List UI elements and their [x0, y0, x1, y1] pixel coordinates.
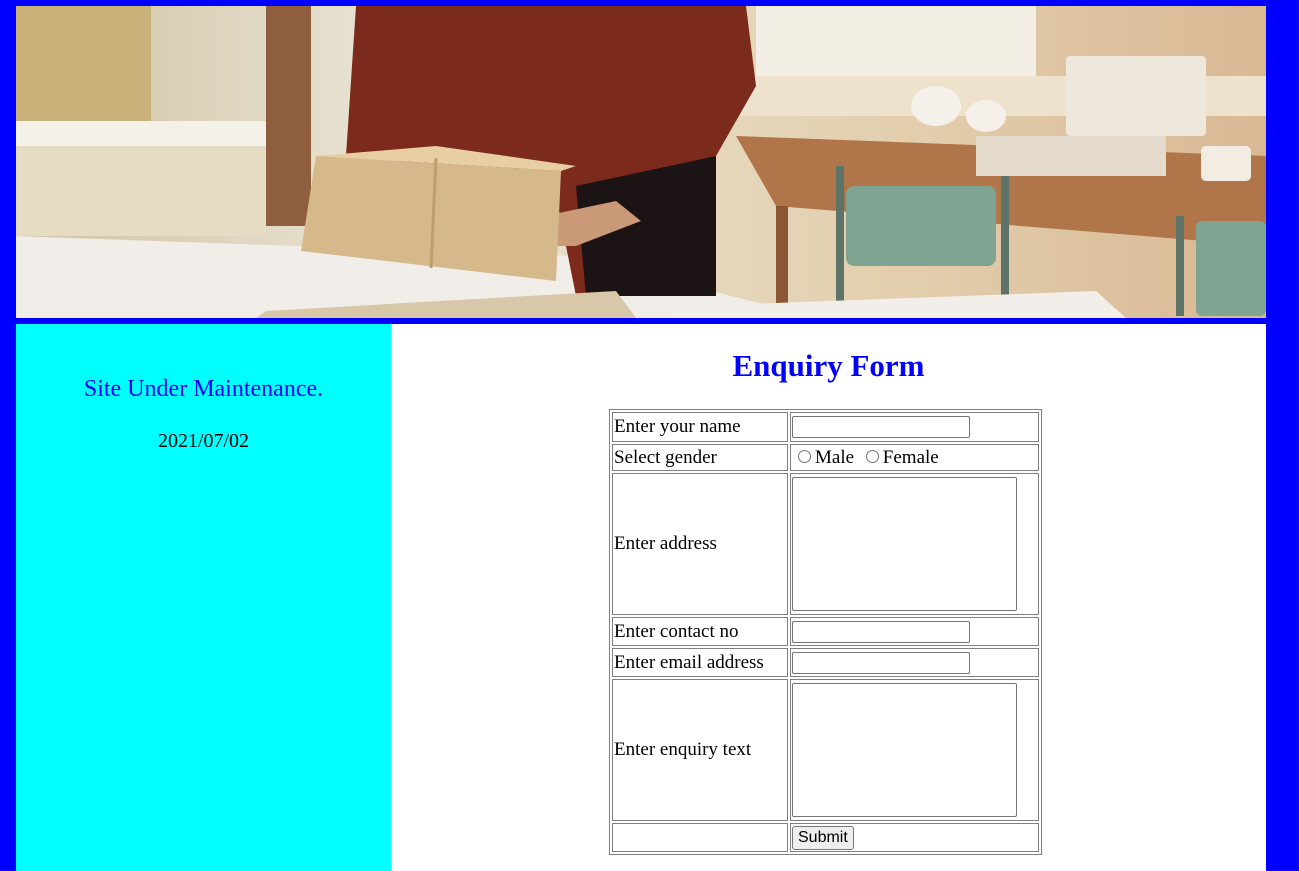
- gender-female-radio[interactable]: [865, 449, 879, 463]
- gender-male-label[interactable]: Male: [815, 447, 854, 468]
- maintenance-date: 2021/07/02: [157, 430, 250, 452]
- email-input[interactable]: [792, 651, 970, 674]
- name-input[interactable]: [792, 416, 970, 439]
- contact-cell: [790, 617, 1039, 646]
- gender-female-label[interactable]: Female: [883, 447, 939, 468]
- name-cell: [790, 412, 1039, 442]
- submit-button[interactable]: Submit: [792, 825, 854, 850]
- submit-spacer-cell: [612, 823, 788, 852]
- contact-label: Enter contact no: [612, 617, 788, 646]
- gender-cell: Male Female: [790, 444, 1039, 471]
- enquiry-label: Enter enquiry text: [612, 679, 788, 821]
- email-label: Enter email address: [612, 648, 788, 677]
- sidebar: Site Under Maintenance. 2021/07/02: [16, 324, 391, 871]
- contact-input[interactable]: [792, 620, 970, 643]
- email-cell: [790, 648, 1039, 677]
- banner-image: [16, 6, 1266, 318]
- gender-male-radio[interactable]: [798, 449, 811, 463]
- gender-label: Select gender: [612, 444, 788, 471]
- address-label: Enter address: [612, 473, 788, 615]
- enquiry-form-table: Enter your name Select gender Male Femal…: [609, 409, 1042, 855]
- page-title: Enquiry Form: [732, 348, 925, 383]
- address-textarea[interactable]: [792, 477, 1017, 611]
- main-content: Enquiry Form Enter your name Select gend…: [391, 324, 1266, 871]
- address-cell: [790, 473, 1039, 615]
- enquiry-textarea[interactable]: [792, 683, 1017, 817]
- enquiry-cell: [790, 679, 1039, 821]
- submit-cell: Submit: [790, 823, 1039, 852]
- name-label: Enter your name: [612, 412, 788, 442]
- maintenance-notice: Site Under Maintenance.: [83, 376, 324, 402]
